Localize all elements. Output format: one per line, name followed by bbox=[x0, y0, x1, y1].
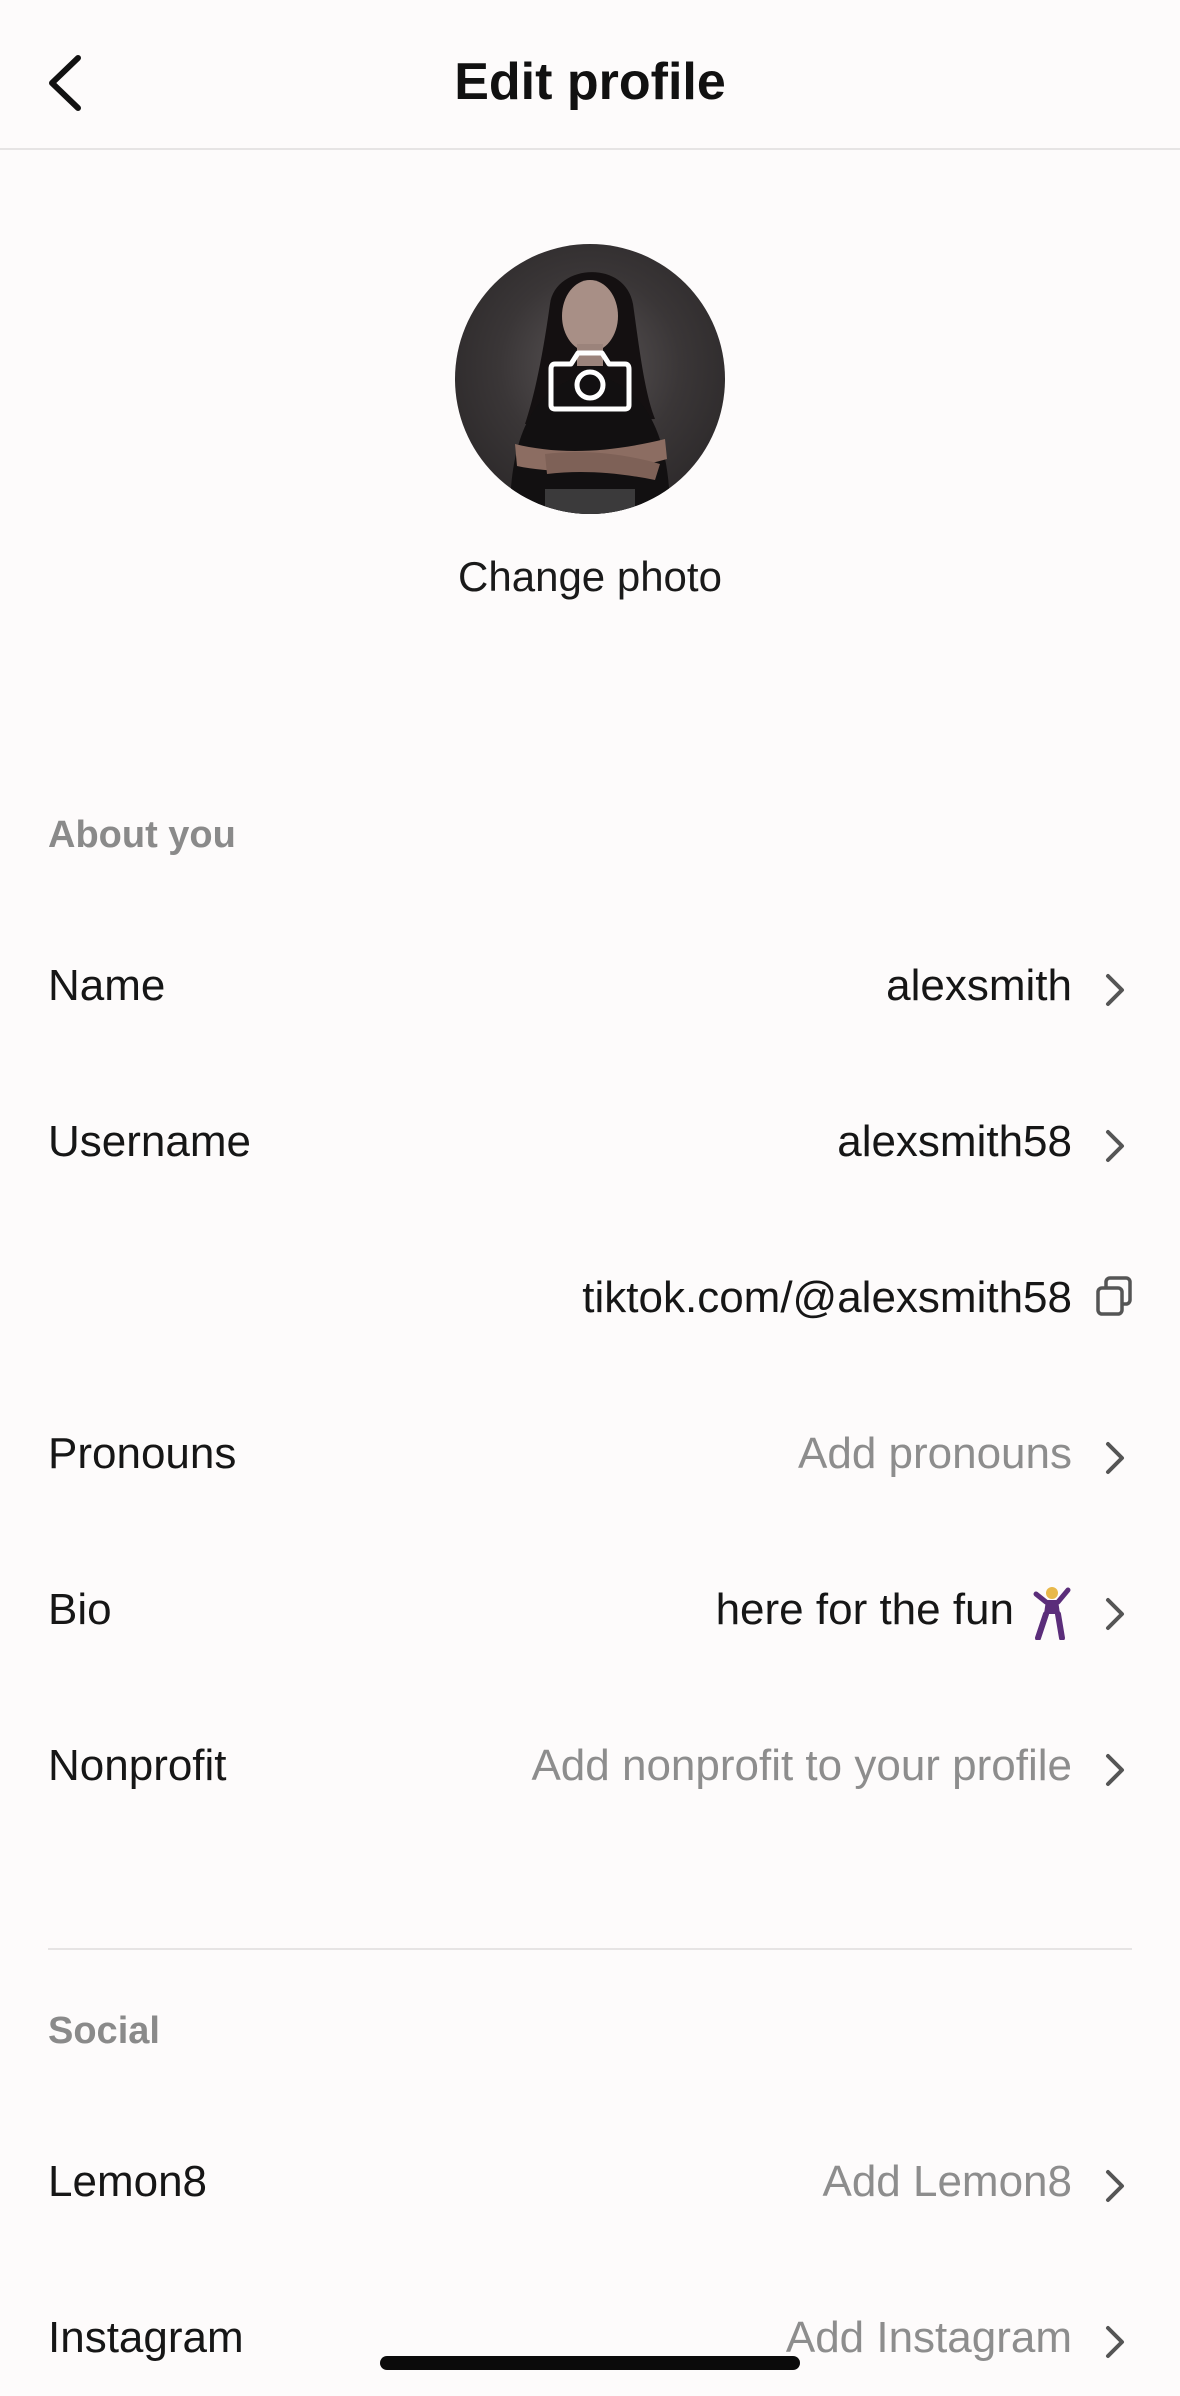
name-row[interactable]: Name alexsmith bbox=[0, 932, 1180, 1042]
nonprofit-label: Nonprofit bbox=[48, 1741, 227, 1790]
name-label: Name bbox=[48, 961, 166, 1010]
username-row[interactable]: Username alexsmith58 bbox=[0, 1088, 1180, 1198]
name-value: alexsmith bbox=[886, 961, 1072, 1010]
chevron-right-icon bbox=[1106, 2170, 1124, 2202]
bio-value-container: here for the fun bbox=[715, 1580, 1072, 1641]
pronouns-label: Pronouns bbox=[48, 1429, 237, 1478]
pronouns-value: Add pronouns bbox=[798, 1429, 1072, 1478]
lemon8-row[interactable]: Lemon8 Add Lemon8 bbox=[0, 2128, 1180, 2238]
lemon8-value: Add Lemon8 bbox=[822, 2157, 1072, 2206]
chevron-right-icon bbox=[1106, 1442, 1124, 1474]
about-you-section-title: About you bbox=[48, 814, 236, 856]
instagram-value: Add Instagram bbox=[785, 2313, 1072, 2362]
top-bar: Edit profile bbox=[0, 0, 1180, 150]
lemon8-label: Lemon8 bbox=[48, 2157, 208, 2206]
profile-link-value: tiktok.com/@alexsmith58 bbox=[582, 1273, 1072, 1322]
bio-value: here for the fun bbox=[715, 1585, 1014, 1634]
page-title: Edit profile bbox=[454, 53, 726, 111]
chevron-right-icon bbox=[1106, 1130, 1124, 1162]
instagram-row[interactable]: Instagram Add Instagram bbox=[0, 2284, 1180, 2394]
copy-icon[interactable] bbox=[1094, 1274, 1134, 1318]
avatar[interactable] bbox=[455, 244, 725, 514]
section-divider bbox=[48, 1948, 1132, 1950]
profile-link-row: tiktok.com/@alexsmith58 bbox=[0, 1244, 1180, 1354]
chevron-right-icon bbox=[1106, 2326, 1124, 2358]
pronouns-row[interactable]: Pronouns Add pronouns bbox=[0, 1400, 1180, 1510]
chevron-right-icon bbox=[1106, 1754, 1124, 1786]
nonprofit-value: Add nonprofit to your profile bbox=[531, 1741, 1072, 1790]
chevron-right-icon bbox=[1106, 974, 1124, 1006]
instagram-label: Instagram bbox=[48, 2313, 244, 2362]
username-label: Username bbox=[48, 1117, 251, 1166]
dancing-figure-emoji bbox=[1033, 1587, 1071, 1641]
social-section-title: Social bbox=[48, 2010, 160, 2052]
home-indicator[interactable] bbox=[380, 2356, 800, 2370]
camera-icon bbox=[548, 350, 632, 412]
bio-label: Bio bbox=[48, 1585, 112, 1634]
bio-row[interactable]: Bio here for the fun bbox=[0, 1556, 1180, 1666]
change-photo-button[interactable]: Change photo bbox=[0, 552, 1180, 602]
chevron-right-icon bbox=[1106, 1598, 1124, 1630]
username-value: alexsmith58 bbox=[837, 1117, 1072, 1166]
nonprofit-row[interactable]: Nonprofit Add nonprofit to your profile bbox=[0, 1712, 1180, 1822]
